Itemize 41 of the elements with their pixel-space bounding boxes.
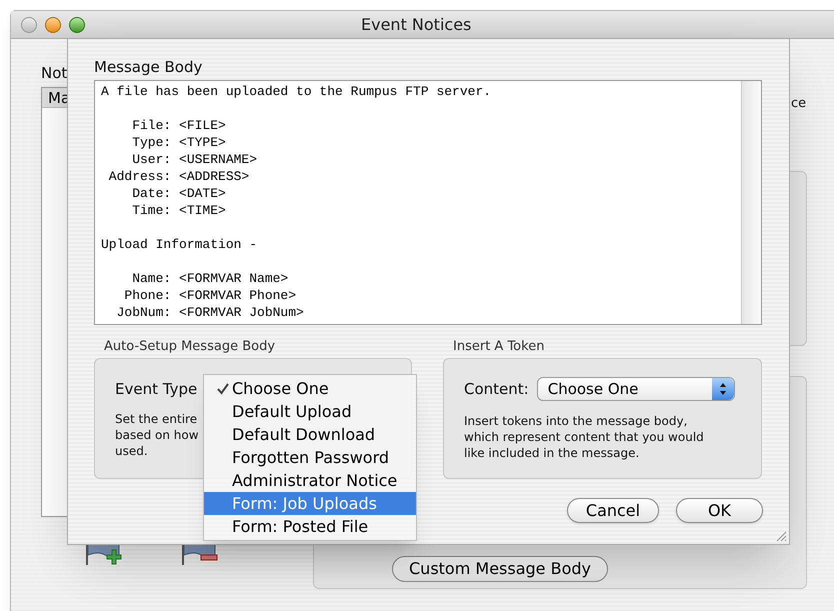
message-text-line: Phone: <FORMVAR Phone> <box>123 287 296 304</box>
auto-setup-description: Set the entire <box>115 411 198 427</box>
message-text-line: Time: <TIME> <box>131 202 226 219</box>
content-label: Content: <box>464 378 529 400</box>
window-title: Event Notices <box>361 14 472 36</box>
popup-arrows-icon <box>712 378 734 400</box>
message-body-label: Message Body <box>94 57 204 77</box>
message-text-line: A file has been uploaded to the Rumpus FTP server. <box>101 83 492 100</box>
insert-token-title: Insert A Token <box>453 339 546 355</box>
zoom-button-icon[interactable] <box>69 16 85 32</box>
dialog-button[interactable]: OK <box>676 498 763 523</box>
menu-item[interactable]: Default Upload <box>204 400 416 423</box>
checkmark-icon <box>216 382 230 396</box>
menu-item[interactable]: Form: Posted File <box>204 515 416 538</box>
message-text-line: File: <FILE> <box>131 117 226 134</box>
event-type-label: Event Type <box>115 379 198 399</box>
minimize-button-icon[interactable] <box>45 16 61 32</box>
message-text-line: User: <USERNAME> <box>131 151 258 168</box>
menu-item[interactable]: Form: Job Uploads <box>204 492 416 515</box>
message-text-line: JobNum: <FORMVAR JobNum> <box>116 304 304 321</box>
message-text-line: Name: <FORMVAR Name> <box>131 270 288 287</box>
custom-message-body-button[interactable]: Custom Message Body <box>392 556 608 582</box>
resize-grip-icon[interactable] <box>775 530 787 542</box>
dialog-button[interactable]: Cancel <box>567 498 659 523</box>
auto-setup-title: Auto-Setup Message Body <box>104 339 276 355</box>
message-body-field[interactable] <box>94 80 762 325</box>
notices-label: Not <box>41 65 68 81</box>
message-text-line: Date: <DATE> <box>131 185 226 202</box>
menu-item[interactable]: Forgotten Password <box>204 446 416 469</box>
message-text-line: Address: <ADDRESS> <box>108 168 250 185</box>
message-text-line: Upload Information - <box>101 236 258 253</box>
close-button-icon[interactable] <box>21 16 37 32</box>
menu-item[interactable]: Default Download <box>204 423 416 446</box>
auto-setup-description: used. <box>115 443 148 459</box>
notice-label: ce <box>791 95 806 113</box>
auto-setup-description: based on how <box>115 427 199 443</box>
message-text-line: Type: <TYPE> <box>131 134 226 151</box>
menu-item[interactable]: Choose One <box>204 377 416 400</box>
content-popup[interactable]: Choose One <box>536 377 735 401</box>
insert-token-description: Insert tokens into the message body, which represent content that you would like included in the message. <box>464 413 705 461</box>
menu-item[interactable]: Administrator Notice <box>204 469 416 492</box>
